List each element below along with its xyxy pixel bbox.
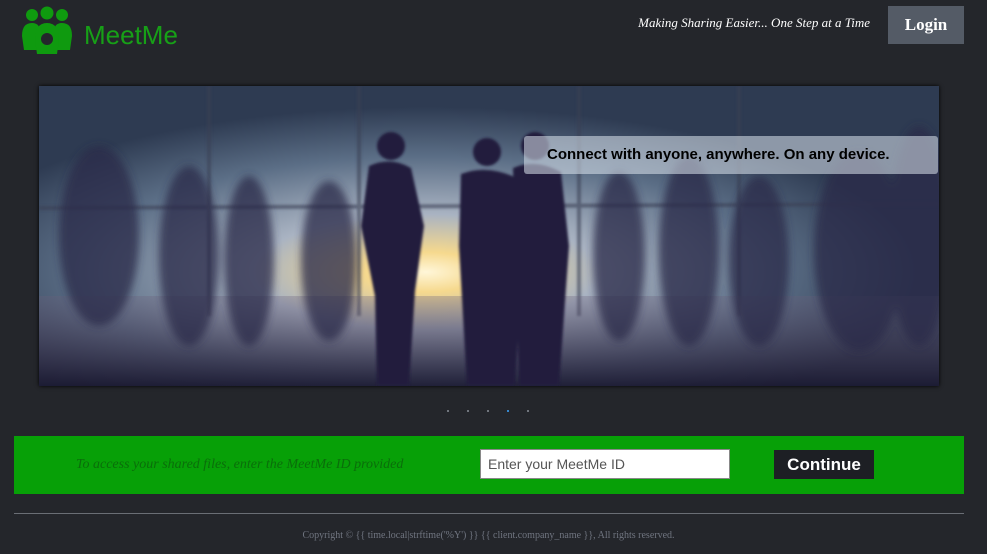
continue-button[interactable]: Continue (774, 450, 874, 479)
hero-image (39, 86, 939, 386)
access-instructions: To access your shared files, enter the M… (76, 457, 404, 472)
carousel-dot[interactable] (447, 410, 449, 412)
hero-caption-text: Connect with anyone, anywhere. On any de… (547, 146, 890, 163)
login-button[interactable]: Login (888, 6, 964, 44)
carousel-dot[interactable] (467, 410, 469, 412)
carousel-dot-active[interactable] (507, 410, 509, 412)
carousel-dot[interactable] (527, 410, 529, 412)
copyright-text: Copyright © {{ time.local|strftime('%Y')… (302, 530, 675, 541)
footer-divider (14, 513, 964, 514)
carousel-dot[interactable] (487, 410, 489, 412)
meetme-id-input[interactable] (480, 449, 730, 479)
header: MeetMe Making Sharing Easier... One Step… (0, 0, 987, 60)
people-group-icon[interactable] (20, 6, 74, 56)
tagline: Making Sharing Easier... One Step at a T… (638, 15, 870, 30)
access-bar: To access your shared files, enter the M… (14, 436, 964, 494)
hero-carousel-slide: Connect with anyone, anywhere. On any de… (39, 86, 939, 386)
hero-caption: Connect with anyone, anywhere. On any de… (524, 136, 938, 174)
brand-name[interactable]: MeetMe (84, 20, 178, 51)
